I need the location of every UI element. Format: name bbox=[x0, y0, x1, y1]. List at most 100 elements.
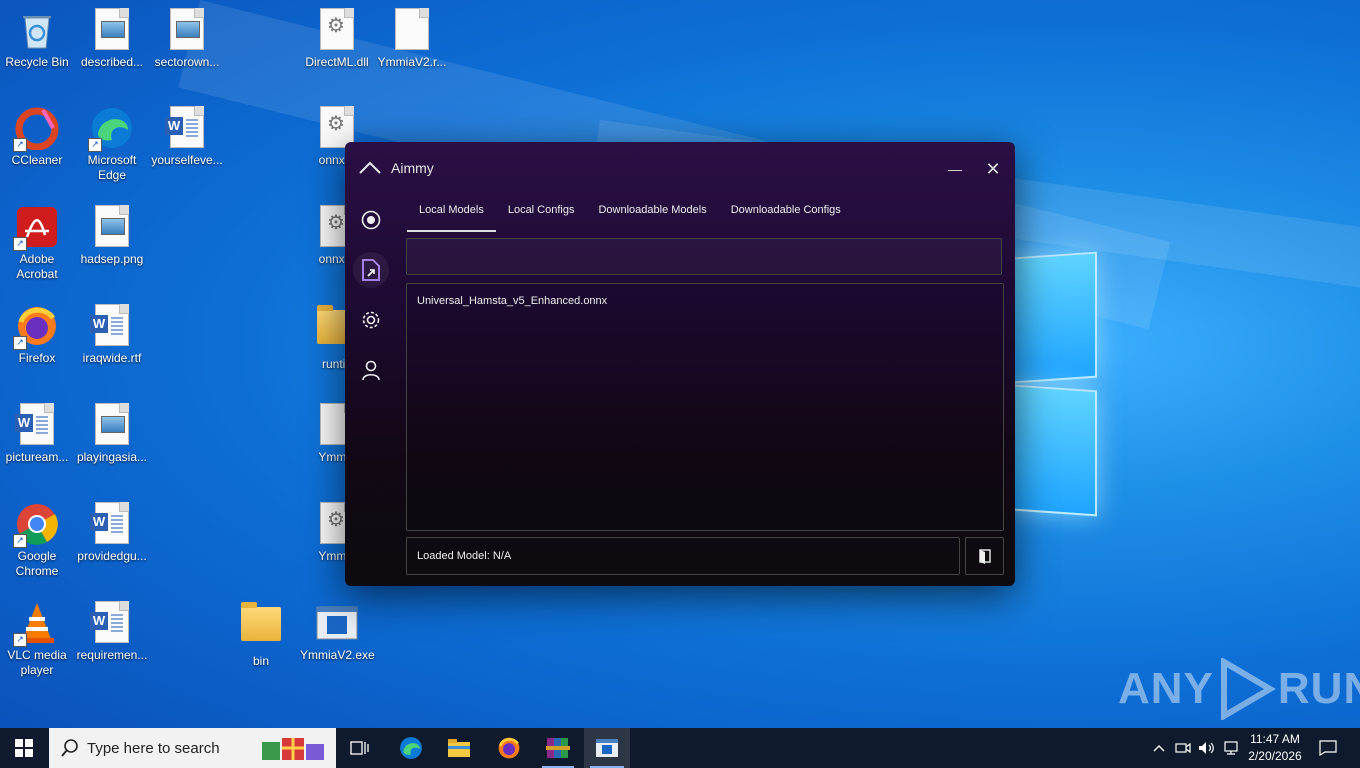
target-icon bbox=[361, 210, 381, 230]
taskbar-edge[interactable] bbox=[390, 728, 432, 768]
image-file-icon bbox=[90, 8, 134, 52]
desktop-icon-firefox[interactable]: ↗ Firefox bbox=[0, 304, 74, 366]
blank-file-icon bbox=[390, 8, 434, 52]
model-tabs: Local Models Local Configs Downloadable … bbox=[407, 200, 853, 232]
taskbar-file-explorer[interactable] bbox=[438, 728, 480, 768]
desktop-icon-label: Google Chrome bbox=[15, 549, 59, 578]
start-button[interactable] bbox=[0, 728, 48, 768]
model-search-input[interactable] bbox=[407, 239, 1001, 274]
open-folder-button[interactable] bbox=[965, 537, 1004, 575]
nav-about-menu[interactable] bbox=[353, 352, 389, 388]
title-bar[interactable]: Aimmy — ✕ bbox=[345, 142, 1015, 194]
show-hidden-icons-button[interactable] bbox=[1148, 728, 1170, 768]
exe-window-icon bbox=[315, 601, 359, 645]
ccleaner-icon: ↗ bbox=[13, 106, 59, 152]
word-document-icon: W bbox=[15, 403, 59, 447]
clock-date: 2/20/2026 bbox=[1248, 749, 1302, 763]
aimmy-logo-icon bbox=[359, 161, 381, 174]
anyrun-watermark: ANY RUN bbox=[1118, 656, 1360, 722]
desktop-icon-label: iraqwide.rtf bbox=[82, 351, 142, 365]
tab-local-configs[interactable]: Local Configs bbox=[496, 200, 587, 230]
file-upload-icon bbox=[362, 259, 380, 281]
minimize-button[interactable]: — bbox=[941, 156, 969, 182]
shortcut-arrow-icon: ↗ bbox=[13, 138, 27, 152]
volume-button[interactable] bbox=[1196, 728, 1218, 768]
nav-settings-menu[interactable] bbox=[353, 302, 389, 338]
desktop-icon-iraqwide[interactable]: W iraqwide.rtf bbox=[75, 304, 149, 366]
nav-model-menu[interactable] bbox=[353, 252, 389, 288]
taskbar: Type here to search 11:47 AM 2/20/2026 bbox=[0, 728, 1360, 768]
desktop-icon-vlc[interactable]: ↗ VLC media player bbox=[0, 601, 74, 678]
nav-aim-menu[interactable] bbox=[353, 202, 389, 238]
desktop-icon-providedgu[interactable]: W providedgu... bbox=[75, 502, 149, 564]
desktop-icon-microsoft-edge[interactable]: ↗ Microsoft Edge bbox=[75, 106, 149, 183]
tab-local-models[interactable]: Local Models bbox=[407, 200, 496, 232]
desktop-icon-described[interactable]: described... bbox=[75, 8, 149, 70]
user-icon bbox=[362, 360, 380, 381]
file-explorer-icon bbox=[448, 739, 470, 757]
desktop-icon-label: providedgu... bbox=[77, 549, 147, 563]
word-document-icon: W bbox=[90, 304, 134, 348]
desktop-icon-label: YmmiaV2.r... bbox=[377, 55, 447, 69]
taskbar-clock[interactable]: 11:47 AM 2/20/2026 bbox=[1242, 731, 1308, 765]
desktop-icon-label: hadsep.png bbox=[80, 252, 144, 266]
action-center-button[interactable] bbox=[1312, 728, 1344, 768]
close-button[interactable]: ✕ bbox=[979, 156, 1007, 182]
desktop-icon-requiremen[interactable]: W requiremen... bbox=[75, 601, 149, 663]
watermark-text-left: ANY bbox=[1118, 664, 1214, 713]
image-file-icon bbox=[90, 205, 134, 249]
taskbar-winrar[interactable] bbox=[536, 728, 580, 768]
desktop-icon-playingasia[interactable]: playingasia... bbox=[75, 403, 149, 465]
taskbar-search-box[interactable]: Type here to search bbox=[49, 728, 336, 768]
tab-downloadable-configs[interactable]: Downloadable Configs bbox=[719, 200, 853, 230]
desktop-icon-label: sectorown... bbox=[154, 55, 220, 69]
edge-icon bbox=[400, 737, 422, 759]
desktop-icon-adobe-acrobat[interactable]: ↗ Adobe Acrobat bbox=[0, 205, 74, 282]
local-model-list[interactable]: Universal_Hamsta_v5_Enhanced.onnx bbox=[406, 283, 1004, 531]
network-icon bbox=[1224, 741, 1238, 755]
taskbar-aimmy[interactable] bbox=[584, 728, 630, 768]
desktop-icon-label: Recycle Bin bbox=[5, 55, 69, 69]
gear-icon bbox=[362, 311, 380, 329]
desktop-icon-ymmiav2-r[interactable]: YmmiaV2.r... bbox=[375, 8, 449, 70]
clock-time: 11:47 AM bbox=[1250, 732, 1300, 746]
word-document-icon: W bbox=[90, 601, 134, 645]
desktop-icon-directml[interactable]: ⚙ DirectML.dll bbox=[300, 8, 374, 70]
desktop-icon-ymmiav2-exe[interactable]: YmmiaV2.exe bbox=[300, 601, 375, 663]
model-search-box bbox=[406, 238, 1002, 275]
desktop-icon-label: Adobe Acrobat bbox=[16, 252, 58, 281]
desktop-icon-google-chrome[interactable]: ↗ Google Chrome bbox=[0, 502, 74, 579]
image-file-icon bbox=[90, 403, 134, 447]
play-logo-icon bbox=[1220, 658, 1276, 720]
notification-icon bbox=[1319, 740, 1337, 756]
image-file-icon bbox=[165, 8, 209, 52]
desktop-icon-picturea[interactable]: W pictuream... bbox=[0, 403, 74, 465]
recycle-bin-icon bbox=[15, 8, 59, 52]
desktop-icon-label: requiremen... bbox=[76, 648, 148, 662]
desktop-icon-label: DirectML.dll bbox=[305, 55, 369, 69]
desktop-icon-label: YmmiaV2.exe bbox=[300, 648, 375, 662]
network-button[interactable] bbox=[1220, 728, 1242, 768]
desktop-icon-bin[interactable]: bin bbox=[224, 601, 298, 669]
tab-downloadable-models[interactable]: Downloadable Models bbox=[586, 200, 718, 230]
meet-now-button[interactable] bbox=[1172, 728, 1194, 768]
list-item[interactable]: Universal_Hamsta_v5_Enhanced.onnx bbox=[407, 284, 1003, 318]
word-document-icon: W bbox=[165, 106, 209, 150]
shortcut-arrow-icon: ↗ bbox=[88, 138, 102, 152]
desktop-icon-hadsep[interactable]: hadsep.png bbox=[75, 205, 149, 267]
word-document-icon: W bbox=[90, 502, 134, 546]
desktop-icon-recycle-bin[interactable]: Recycle Bin bbox=[0, 8, 74, 70]
loaded-model-status: Loaded Model: N/A bbox=[406, 537, 960, 575]
folder-icon bbox=[239, 602, 283, 651]
task-view-icon bbox=[350, 741, 369, 755]
desktop-icon-label: VLC media player bbox=[7, 648, 67, 677]
taskbar-firefox[interactable] bbox=[488, 728, 530, 768]
vlc-cone-icon: ↗ bbox=[13, 601, 59, 647]
desktop-icon-label: yourselfeve... bbox=[151, 153, 223, 167]
task-view-button[interactable] bbox=[340, 728, 380, 768]
firefox-icon bbox=[498, 737, 520, 759]
desktop-icon-ccleaner[interactable]: ↗ CCleaner bbox=[0, 106, 74, 168]
desktop-icon-yourselfeve[interactable]: W yourselfeve... bbox=[150, 106, 224, 168]
shortcut-arrow-icon: ↗ bbox=[13, 633, 27, 647]
desktop-icon-sectorown[interactable]: sectorown... bbox=[150, 8, 224, 70]
